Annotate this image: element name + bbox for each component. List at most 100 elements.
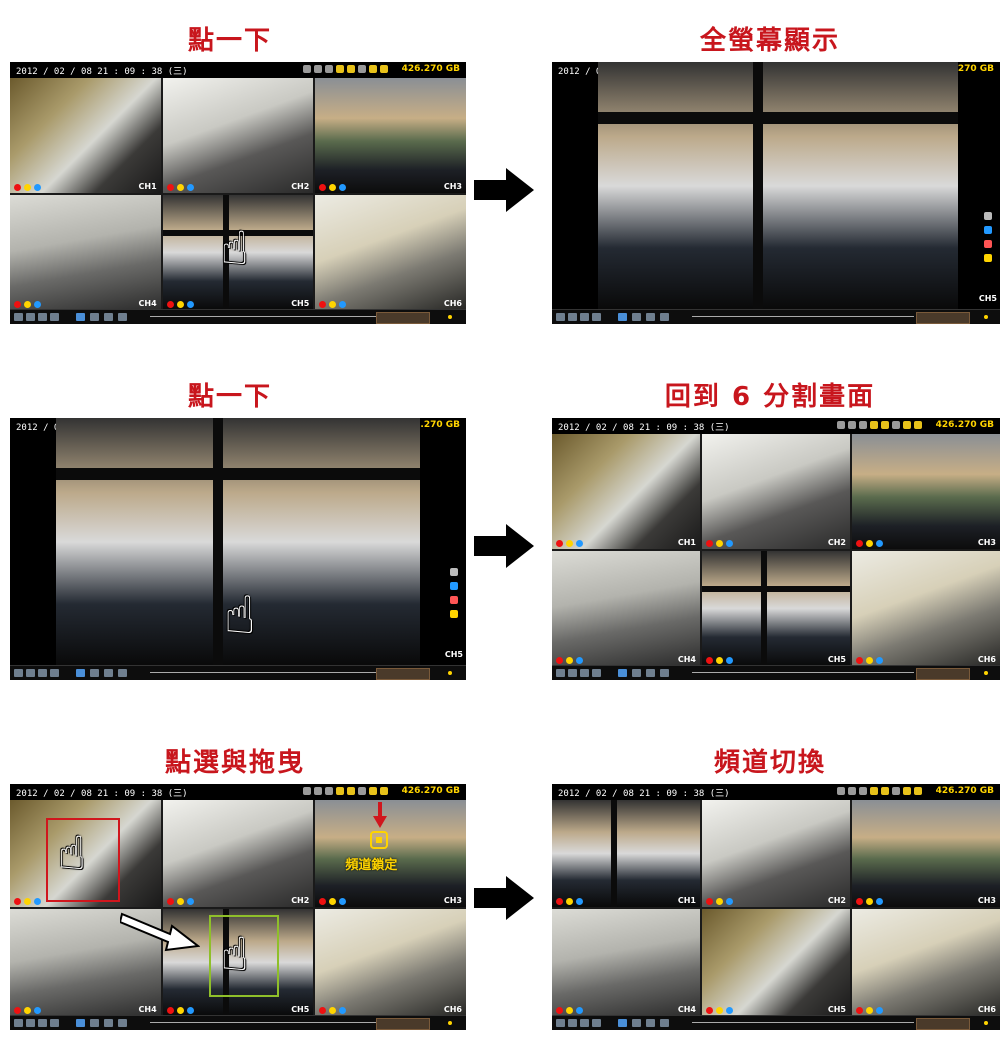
menu-button[interactable] (38, 313, 47, 321)
status-icons (837, 787, 922, 797)
menu-button[interactable] (50, 669, 59, 677)
menu-button[interactable] (580, 1019, 589, 1027)
dvr-screen-split: 2012 / 02 / 08 21 : 09 : 38 (三) 426.270 … (552, 418, 1000, 680)
status-bar: 2012 / 02 / 08 21 : 09 : 38 (三) 426.270 … (10, 784, 466, 800)
menu-button[interactable] (646, 669, 655, 677)
menu-button[interactable] (580, 313, 589, 321)
progress-box (376, 668, 430, 680)
menu-button[interactable] (568, 313, 577, 321)
menu-button[interactable] (632, 313, 641, 321)
menu-button[interactable] (76, 669, 85, 677)
status-dot (448, 315, 452, 319)
menu-button[interactable] (660, 1019, 669, 1027)
channel-tile[interactable]: CH3 (315, 78, 466, 193)
menu-button[interactable] (90, 1019, 99, 1027)
channel-tile[interactable]: CH6 (852, 909, 1000, 1016)
channel-tile[interactable]: CH2 (702, 800, 850, 907)
menu-button[interactable] (26, 669, 35, 677)
timeline-slider[interactable] (692, 672, 914, 673)
menu-button[interactable] (14, 1019, 23, 1027)
fullscreen-channel-view[interactable]: ☝ (56, 418, 420, 666)
menu-button[interactable] (38, 669, 47, 677)
channel-tile[interactable]: ☝ (10, 800, 161, 907)
channel-lock-label: 頻道鎖定 (345, 858, 398, 873)
menu-button[interactable] (568, 669, 577, 677)
timeline-slider[interactable] (150, 316, 376, 317)
channel-label: CH5 (444, 650, 463, 659)
fullscreen-channel-view[interactable] (598, 62, 958, 310)
menu-button[interactable] (618, 1019, 627, 1027)
menu-button[interactable] (118, 1019, 127, 1027)
channel-tile[interactable]: CH5 (702, 909, 850, 1016)
menu-button[interactable] (618, 669, 627, 677)
menu-button[interactable] (660, 313, 669, 321)
menu-button[interactable] (592, 1019, 601, 1027)
menu-button[interactable] (580, 669, 589, 677)
channel-tile[interactable]: CH1 (552, 800, 700, 907)
menu-button[interactable] (90, 313, 99, 321)
menu-button[interactable] (76, 1019, 85, 1027)
menu-button[interactable] (568, 1019, 577, 1027)
channel-label: CH5 (291, 299, 310, 308)
menu-button[interactable] (556, 1019, 565, 1027)
channel-tile[interactable]: CH6 (315, 909, 466, 1016)
timeline-slider[interactable] (692, 1022, 914, 1023)
channel-tile[interactable]: CH2 (162, 800, 314, 907)
menu-button[interactable] (618, 313, 627, 321)
channel-tile[interactable]: CH3 (852, 800, 1000, 907)
status-dot (448, 671, 452, 675)
menu-button[interactable] (14, 669, 23, 677)
channel-tile[interactable]: CH6 (315, 195, 466, 310)
channel-tile[interactable]: CH2 (162, 78, 314, 193)
menu-button[interactable] (104, 313, 113, 321)
menu-button[interactable] (556, 313, 565, 321)
menu-button[interactable] (104, 1019, 113, 1027)
menu-button[interactable] (660, 669, 669, 677)
menu-button[interactable] (118, 669, 127, 677)
pointer-hand-icon: ☝ (224, 586, 256, 646)
dvr-screen-split: 2012 / 02 / 08 21 : 09 : 38 (三) 426.270 … (10, 62, 466, 324)
timeline-slider[interactable] (150, 672, 376, 673)
menu-button[interactable] (38, 1019, 47, 1027)
menu-button[interactable] (646, 313, 655, 321)
menu-button[interactable] (50, 313, 59, 321)
menu-button[interactable] (104, 669, 113, 677)
right-arrow-icon (474, 876, 534, 920)
menu-button[interactable] (26, 313, 35, 321)
menu-button[interactable] (90, 669, 99, 677)
channel-tile[interactable]: CH6 (852, 551, 1000, 666)
channel-tile[interactable]: CH2 (702, 434, 850, 549)
hdd-space: 426.270 GB (935, 786, 994, 796)
menu-button[interactable] (632, 1019, 641, 1027)
channel-tile[interactable]: CH4 (552, 551, 700, 666)
channel-tile[interactable]: CH4 (10, 195, 161, 310)
channel-grid: CH1 CH2 CH3 CH4 CH5 ☝ CH6 (10, 78, 466, 310)
status-bar: 2012 / 02 / 08 21 : 09 : 38 (三) 426.270 … (10, 62, 466, 78)
menu-button[interactable] (556, 669, 565, 677)
channel-tile[interactable]: CH1 (10, 78, 161, 193)
channel-tile[interactable]: CH5 ☝ (162, 195, 314, 310)
menu-button[interactable] (118, 313, 127, 321)
channel-label: CH5 (978, 294, 997, 303)
menu-button[interactable] (50, 1019, 59, 1027)
channel-label: CH2 (291, 182, 310, 191)
menu-button[interactable] (632, 669, 641, 677)
channel-tile[interactable]: CH1 (552, 434, 700, 549)
channel-tile[interactable]: 頻道鎖定 CH3 (315, 800, 466, 907)
menu-button[interactable] (646, 1019, 655, 1027)
control-bar (552, 1015, 1000, 1030)
timeline-slider[interactable] (150, 1022, 376, 1023)
menu-button[interactable] (14, 313, 23, 321)
menu-button[interactable] (76, 313, 85, 321)
channel-tile[interactable]: CH5 (702, 551, 850, 666)
channel-label: CH4 (677, 1005, 696, 1014)
menu-button[interactable] (26, 1019, 35, 1027)
menu-button[interactable] (592, 669, 601, 677)
channel-label: CH6 (443, 299, 462, 308)
menu-button[interactable] (592, 313, 601, 321)
channel-tile[interactable]: CH4 (552, 909, 700, 1016)
timeline-slider[interactable] (692, 316, 914, 317)
status-dot (448, 1021, 452, 1025)
hdd-space: 426.270 GB (401, 64, 460, 74)
channel-tile[interactable]: CH3 (852, 434, 1000, 549)
